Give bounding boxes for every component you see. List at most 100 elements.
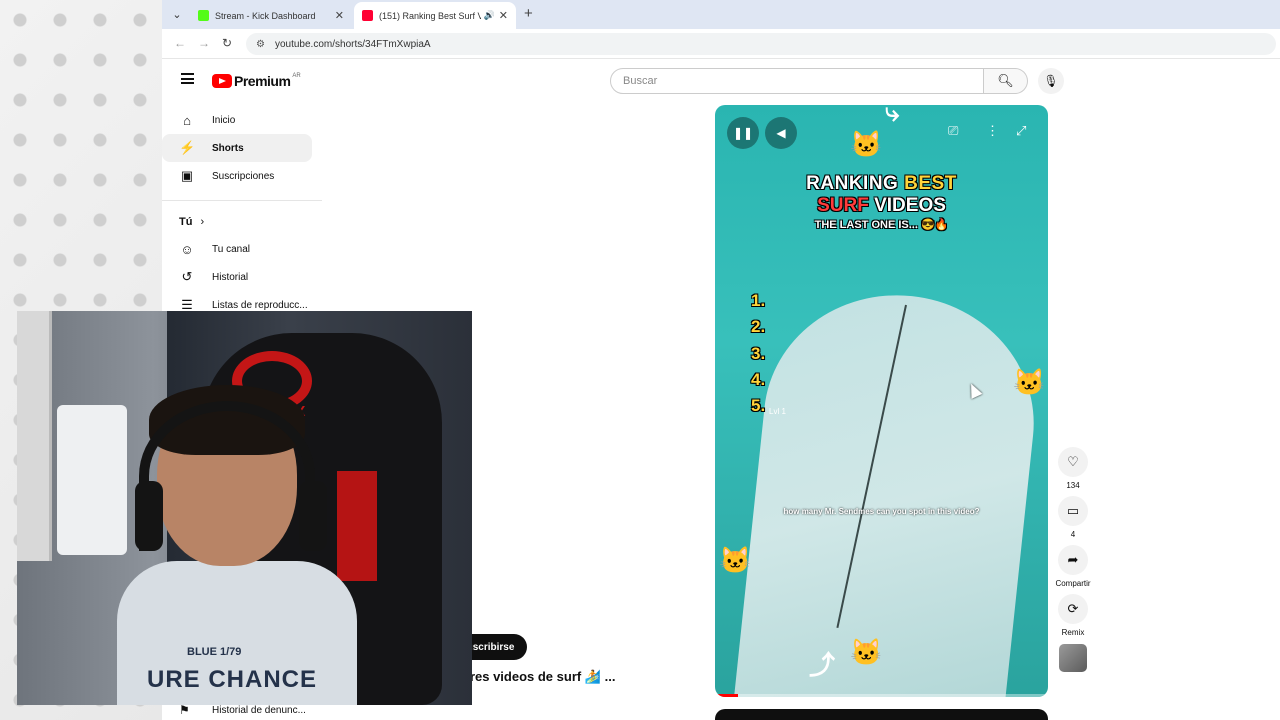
audio-playing-icon[interactable]: 🔊 bbox=[484, 10, 495, 21]
like-action[interactable]: ♡ 134 bbox=[1055, 447, 1091, 493]
youtube-play-icon bbox=[212, 74, 232, 88]
surfboard-image bbox=[733, 282, 1047, 697]
remix-action[interactable]: ⟳ Remix bbox=[1055, 594, 1091, 640]
sidebar-item-label: Suscripciones bbox=[212, 170, 275, 182]
fullscreen-icon[interactable]: ⤢ bbox=[1016, 123, 1026, 139]
comment-count: 4 bbox=[1070, 530, 1076, 539]
sidebar-item-historial[interactable]: ↺ Historial bbox=[162, 263, 312, 291]
tab-title: (151) Ranking Best Surf Vid bbox=[379, 10, 481, 21]
volume-button[interactable]: ◀ bbox=[765, 117, 797, 149]
microphone-icon: 🎙︎ bbox=[1043, 74, 1059, 88]
kick-favicon-icon bbox=[198, 10, 209, 21]
reload-icon[interactable]: ↻ bbox=[222, 36, 232, 50]
tab-strip: ⌄ Stream - Kick Dashboard ✕ (151) Rankin… bbox=[162, 0, 1280, 29]
sidebar-item-label: Listas de reproducc... bbox=[212, 299, 308, 311]
comment-action[interactable]: ▭ 4 bbox=[1055, 496, 1091, 542]
headphone-cup bbox=[135, 481, 163, 551]
tab-kick-dashboard[interactable]: Stream - Kick Dashboard ✕ bbox=[190, 2, 352, 29]
rank-list: 1. 2. 3. 4. 5. bbox=[751, 291, 765, 422]
flag-icon: ⚑ bbox=[179, 703, 190, 717]
captions-icon[interactable]: ⎚ bbox=[948, 123, 958, 139]
share-action[interactable]: ➦ Compartir bbox=[1055, 545, 1091, 591]
share-icon: ➦ bbox=[1058, 545, 1088, 575]
address-bar: ← → ↻ ⚙ youtube.com/shorts/34FTmXwpiaA bbox=[162, 29, 1280, 59]
sidebar-item-label: Inicio bbox=[212, 114, 236, 126]
short-actions: ♡ 134 ▭ 4 ➦ Compartir ⟳ Remix bbox=[1055, 447, 1091, 672]
more-options-icon[interactable]: ⋮ bbox=[986, 123, 999, 139]
bookshelf bbox=[17, 311, 52, 561]
sidebar-item-suscripciones[interactable]: ▣ Suscripciones bbox=[162, 162, 312, 190]
progress-fill bbox=[715, 694, 739, 697]
subscriptions-icon: ▣ bbox=[180, 168, 194, 183]
mascot-icon: 🐱 bbox=[850, 637, 883, 667]
youtube-premium-logo[interactable]: Premium AR bbox=[212, 73, 301, 89]
youtube-favicon-icon bbox=[362, 10, 373, 21]
search-button[interactable]: 🔍︎ bbox=[984, 68, 1028, 94]
mascot-icon: 🐱 bbox=[1013, 367, 1046, 397]
url-text: youtube.com/shorts/34FTmXwpiaA bbox=[274, 38, 431, 50]
chevron-right-icon: › bbox=[200, 216, 205, 228]
remix-label: Remix bbox=[1061, 628, 1085, 637]
logo-word: Premium bbox=[234, 73, 291, 89]
search-icon: 🔍︎ bbox=[997, 73, 1014, 88]
sound-thumbnail[interactable] bbox=[1059, 644, 1087, 672]
sidebar-item-label: Tu canal bbox=[212, 243, 250, 255]
tab-youtube-short[interactable]: (151) Ranking Best Surf Vid 🔊 ✕ bbox=[354, 2, 516, 29]
mascot-icon: 🐱 bbox=[719, 545, 752, 575]
rank-item: 2. bbox=[751, 317, 766, 337]
sidebar-item-label: Historial de denunc... bbox=[212, 704, 306, 716]
pause-icon: ❚❚ bbox=[732, 126, 754, 140]
pause-button[interactable]: ❚❚ bbox=[727, 117, 759, 149]
title-ranking: RANKING bbox=[806, 173, 905, 194]
sidebar: ⌂ Inicio ⚡ Shorts ▣ Suscripciones Tú › ☺… bbox=[162, 106, 322, 319]
country-code: AR bbox=[292, 73, 301, 79]
chair-stripe bbox=[337, 471, 377, 581]
streamer: BLUE 1/79 URE CHANCE bbox=[117, 385, 357, 705]
voice-search-button[interactable]: 🎙︎ bbox=[1038, 68, 1064, 94]
title-surf: SURF bbox=[817, 195, 869, 216]
home-icon: ⌂ bbox=[183, 112, 191, 128]
rank-item: 5. bbox=[751, 396, 766, 416]
remix-icon: ⟳ bbox=[1058, 594, 1088, 624]
headphone-cup bbox=[299, 481, 327, 551]
search-input[interactable]: Buscar bbox=[610, 68, 984, 94]
progress-bar[interactable] bbox=[715, 694, 1048, 697]
url-field[interactable]: ⚙ youtube.com/shorts/34FTmXwpiaA bbox=[246, 33, 1276, 55]
back-icon[interactable]: ← bbox=[174, 36, 186, 50]
tab-search-icon[interactable]: ⌄ bbox=[168, 6, 186, 24]
close-tab-icon[interactable]: ✕ bbox=[499, 9, 508, 22]
video-title[interactable]: ores videos de surf 🏄 ... bbox=[462, 669, 615, 685]
headphones-icon bbox=[139, 401, 315, 551]
video-title-overlay: RANKING BEST SURF VIDEOS THE LAST ONE IS… bbox=[715, 173, 1048, 231]
new-tab-icon[interactable]: + bbox=[524, 5, 533, 22]
title-videos: VIDEOS bbox=[868, 195, 946, 216]
arrow-decoration: ⤴ bbox=[809, 650, 836, 680]
rank-item: 3. bbox=[751, 343, 766, 363]
sidebar-item-shorts[interactable]: ⚡ Shorts bbox=[162, 134, 312, 162]
section-label: Tú bbox=[179, 216, 193, 228]
volume-icon: ◀ bbox=[776, 126, 786, 140]
sidebar-divider bbox=[162, 200, 322, 201]
shorts-player[interactable]: ⤷ 🐱 🐱 🐱 🐱 ⤴ ❚❚ ◀ ⎚ ⋮ ⤢ RANKING BEST SURF… bbox=[715, 105, 1048, 697]
close-tab-icon[interactable]: ✕ bbox=[335, 9, 344, 22]
shirt-print-small: BLUE 1/79 bbox=[187, 646, 242, 658]
like-count: 134 bbox=[1066, 481, 1080, 490]
tab-title: Stream - Kick Dashboard bbox=[215, 10, 316, 21]
menu-icon[interactable] bbox=[181, 73, 194, 84]
arrow-decoration: ⤷ bbox=[885, 105, 900, 127]
rank-item: 1. bbox=[751, 291, 766, 310]
mascot-icon: 🐱 bbox=[850, 129, 883, 159]
sidebar-item-inicio[interactable]: ⌂ Inicio bbox=[162, 106, 312, 134]
title-tagline: THE LAST ONE IS... 😎🔥 bbox=[814, 219, 949, 231]
forward-icon[interactable]: → bbox=[198, 36, 210, 50]
like-icon: ♡ bbox=[1058, 447, 1088, 477]
sidebar-item-tu-canal[interactable]: ☺ Tu canal bbox=[162, 235, 312, 263]
sidebar-item-label: Shorts bbox=[212, 142, 244, 154]
next-short-preview[interactable] bbox=[715, 709, 1048, 720]
title-best: BEST bbox=[904, 173, 957, 194]
sidebar-section-you[interactable]: Tú › bbox=[162, 209, 322, 235]
search-placeholder: Buscar bbox=[623, 75, 658, 87]
air-conditioner bbox=[57, 405, 127, 555]
youtube-header: Premium AR Buscar 🔍︎ 🎙︎ bbox=[162, 60, 1280, 102]
site-info-icon[interactable]: ⚙ bbox=[256, 39, 265, 50]
